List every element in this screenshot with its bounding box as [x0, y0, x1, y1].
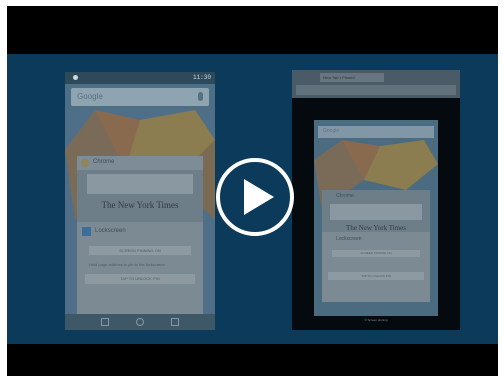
unlock-pin-button: TAP TO UNLOCK PIN [328, 272, 424, 280]
back-icon [101, 318, 109, 326]
lock-card-note: Hold page address to pin to the lockscre… [89, 262, 165, 267]
pinned-screen: Google Chrome The New York Times Lockscr… [314, 120, 438, 316]
video-thumbnail[interactable]: 11:30 Google Chrome The New York Times L… [7, 54, 498, 344]
newspaper-image [330, 204, 422, 220]
unlock-pin-button: TAP TO UNLOCK PIN [85, 274, 195, 284]
address-bar [296, 85, 456, 95]
tablet-footer: © Screen pinning [364, 318, 388, 322]
chrome-card-headline: The New York Times [101, 200, 179, 210]
recents-icon [171, 318, 179, 326]
tablet-screenshot-right: New Tab • Pinned Google Chrome The New Y… [292, 70, 460, 330]
nav-bar [65, 314, 215, 330]
mic-icon [198, 92, 203, 101]
search-placeholder: Google [77, 92, 103, 101]
phone-screenshot-left: 11:30 Google Chrome The New York Times L… [65, 72, 215, 330]
home-icon [136, 318, 144, 326]
recent-app-card-lockscreen: Lockscreen SCREEN PINNING ON TAP TO UNLO… [322, 232, 430, 302]
lock-app-icon [82, 227, 91, 236]
browser-chrome: New Tab • Pinned [292, 70, 460, 98]
play-button[interactable] [216, 158, 294, 236]
status-bar: 11:30 [65, 72, 215, 84]
lock-card-title: Lockscreen [336, 236, 362, 242]
screen-pinning-button: SCREEN PINNING ON [89, 246, 191, 255]
status-time: 11:30 [192, 74, 211, 81]
screen-pinning-button: SCREEN PINNING ON [332, 250, 420, 257]
play-icon [244, 179, 274, 215]
google-search-bar: Google [71, 88, 209, 106]
letterbox-bottom [7, 344, 498, 376]
newspaper-image [87, 174, 193, 194]
letterbox-top [7, 6, 498, 54]
chrome-logo-icon [81, 159, 89, 167]
browser-tab: New Tab • Pinned [320, 73, 384, 82]
chrome-card-headline: The New York Times [346, 224, 406, 232]
search-placeholder: Google [323, 128, 340, 134]
google-search-bar: Google [318, 126, 434, 138]
chrome-card-title: Chrome [93, 159, 115, 165]
lock-card-title: Lockscreen [95, 228, 126, 234]
recent-app-card-lockscreen: Lockscreen SCREEN PINNING ON Hold page a… [77, 222, 203, 318]
video-player[interactable]: 11:30 Google Chrome The New York Times L… [7, 6, 498, 376]
notification-icon [73, 75, 78, 80]
chrome-card-title: Chrome [336, 193, 354, 199]
